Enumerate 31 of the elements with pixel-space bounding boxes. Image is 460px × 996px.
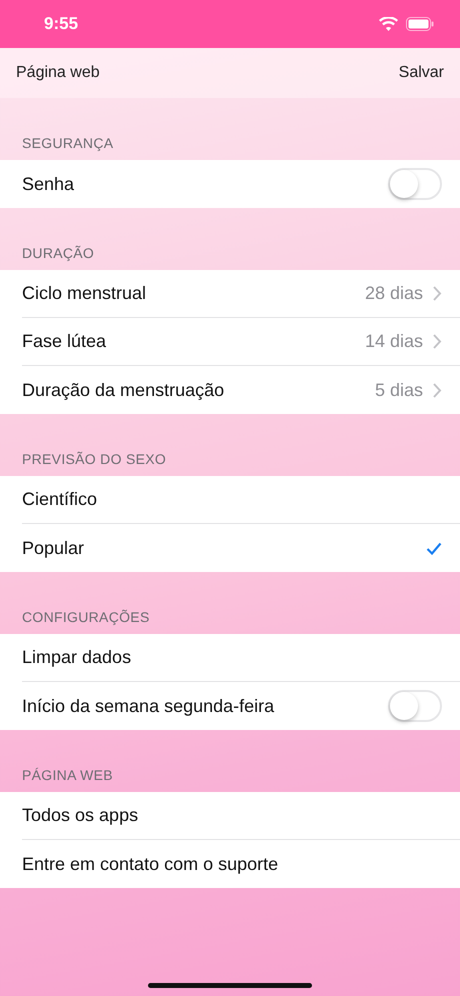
row-value: 14 dias bbox=[364, 331, 423, 352]
section-header: SEGURANÇA bbox=[22, 135, 114, 151]
row-value: 5 dias bbox=[374, 380, 423, 400]
row-label: Limpar dados bbox=[22, 647, 132, 668]
status-time: 9:55 bbox=[44, 14, 78, 34]
wifi-icon bbox=[379, 17, 398, 31]
web-page-link[interactable]: Página web bbox=[16, 64, 100, 82]
row-label: Senha bbox=[22, 174, 74, 194]
chevron-icon bbox=[433, 334, 442, 349]
row-label: Científico bbox=[22, 489, 98, 510]
choice-row[interactable]: Popular bbox=[22, 524, 460, 572]
row-label: Fase lútea bbox=[22, 331, 106, 352]
row-label: Ciclo menstrual bbox=[22, 283, 146, 304]
chevron-icon bbox=[433, 286, 442, 301]
battery-icon bbox=[406, 17, 434, 31]
row-label: Início da semana segunda-feira bbox=[22, 696, 274, 716]
row-label: Entre em contato com o suporte bbox=[22, 854, 278, 874]
choice-row[interactable]: Científico bbox=[22, 476, 460, 524]
section-header: PREVISÃO DO SEXO bbox=[22, 451, 166, 467]
section-header: DURAÇÃO bbox=[22, 245, 94, 261]
row-label: Duração da menstruação bbox=[22, 380, 224, 400]
row-label: Todos os apps bbox=[22, 805, 138, 826]
row-label: Popular bbox=[22, 538, 84, 558]
section-header: CONFIGURAÇÕES bbox=[22, 609, 150, 625]
save-button[interactable]: Salvar bbox=[398, 64, 444, 82]
checkmark-icon bbox=[426, 542, 442, 554]
row-value: 28 dias bbox=[364, 283, 423, 304]
toggle-switch[interactable] bbox=[388, 690, 442, 722]
chevron-icon bbox=[433, 382, 442, 398]
toggle-switch[interactable] bbox=[388, 168, 442, 200]
section-header: PÁGINA WEB bbox=[22, 767, 113, 783]
